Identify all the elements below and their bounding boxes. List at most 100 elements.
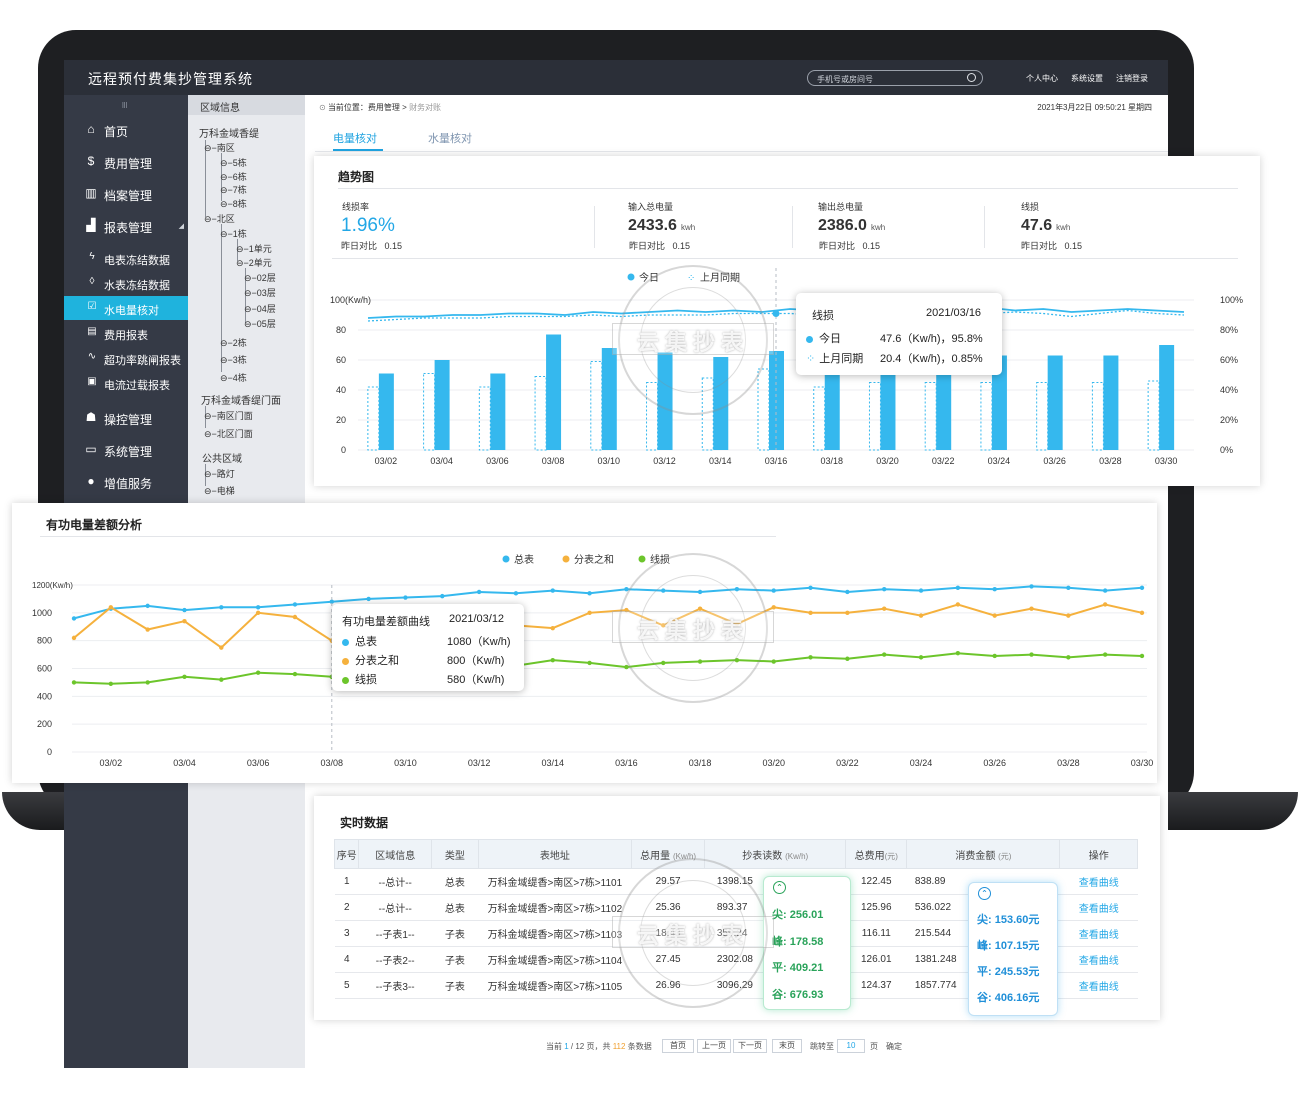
x-tick-label: 03/30 <box>1131 758 1154 768</box>
view-curve-link[interactable]: 查看曲线 <box>1059 894 1138 921</box>
line-total-point <box>808 585 813 590</box>
last-page-button[interactable]: 末页 <box>772 1039 802 1053</box>
collapse-icon[interactable]: ⌃ <box>978 887 991 900</box>
tree-node[interactable]: ⊖−南区门面 <box>204 409 253 422</box>
tooltip-row: 线损 <box>342 671 377 687</box>
sidebar-item-archive[interactable]: ▥ 档案管理 <box>64 181 188 207</box>
cell-fee: 126.01 <box>845 946 907 973</box>
sidebar-item-label: 操控管理 <box>104 413 153 427</box>
kpi-compare-value: 0.15 <box>672 241 691 251</box>
tree-group[interactable]: 万科金域香缇门面 <box>201 392 281 407</box>
tree-connector <box>221 224 222 372</box>
sidebar-item-reports[interactable]: ▟ 报表管理 ◢ <box>64 213 188 239</box>
tree-node[interactable]: ⊖−4栋 <box>220 371 247 384</box>
x-tick-label: 03/18 <box>689 758 712 768</box>
tree-node[interactable]: ⊖−北区门面 <box>204 427 253 440</box>
logout-link[interactable]: 注销登录 <box>1116 73 1148 84</box>
sidebar-item-fees[interactable]: $ 费用管理 <box>64 149 188 175</box>
tree-node[interactable]: ⊖−1单元 <box>236 242 272 255</box>
popup-line: 尖: 256.01 <box>772 909 824 921</box>
prev-page-button[interactable]: 上一页 <box>697 1039 731 1053</box>
pager-total-items: 112 <box>612 1042 626 1051</box>
tree-node-label: 2单元 <box>248 258 272 268</box>
next-page-button[interactable]: 下一页 <box>733 1039 767 1053</box>
reading-breakdown-popup: ⌃ 尖: 256.01 峰: 178.58 平: 409.21 谷: 676.9… <box>763 876 851 1010</box>
line-total-point <box>992 586 997 592</box>
sidebar-item-reconcile[interactable]: ☑ 水电量核对 <box>64 296 188 320</box>
sidebar-item-system[interactable]: ▭ 系统管理 <box>64 437 188 463</box>
bar-today <box>434 360 450 450</box>
line-total-point <box>71 616 77 621</box>
card-divider <box>332 258 1238 259</box>
cell-index: 2 <box>334 894 359 921</box>
sidebar-item-control[interactable]: ☗ 操控管理 <box>64 405 188 431</box>
tooltip-date: 2021/03/12 <box>449 613 505 625</box>
tree-node-label: 1单元 <box>248 244 272 254</box>
tree-node[interactable]: ⊖−5栋 <box>220 156 247 169</box>
bar-lastmonth <box>1091 382 1104 451</box>
legend-marker <box>502 555 510 563</box>
sidebar-item-home[interactable]: ⌂ 首页 <box>64 117 188 143</box>
collapse-icon[interactable]: ⌃ <box>773 881 786 894</box>
sidebar-item-services[interactable]: ● 增值服务 <box>64 469 188 495</box>
profile-link[interactable]: 个人中心 <box>1026 73 1058 84</box>
tree-node[interactable]: ⊖−8栋 <box>220 197 247 210</box>
search-icon[interactable] <box>967 73 976 82</box>
tree-node[interactable]: ⊖−04层 <box>244 302 276 315</box>
kpi-label: 输入总电量 <box>628 202 674 212</box>
view-curve-link[interactable]: 查看曲线 <box>1059 946 1138 973</box>
tree-node[interactable]: ⊖−南区 <box>204 141 235 154</box>
view-curve-link[interactable]: 查看曲线 <box>1059 868 1138 895</box>
tooltip-series-name: 上月同期 <box>819 353 864 365</box>
line-loss-point <box>219 677 224 682</box>
tree-node[interactable]: ⊖−6栋 <box>220 170 247 183</box>
tree-node[interactable]: ⊖−03层 <box>244 286 276 299</box>
tooltip-row: 总表 <box>342 633 377 649</box>
tree-node[interactable]: ⊖−路灯 <box>204 467 235 480</box>
kpi-value: 2386.0 kwh <box>818 217 885 235</box>
cell-fee: 124.37 <box>845 972 907 999</box>
y-unit-label: 1200(Kw/h) <box>32 581 73 590</box>
tree-node[interactable]: ⊖−05层 <box>244 317 276 330</box>
tree-node[interactable]: ⊖−2单元 <box>236 256 272 269</box>
page-number-input[interactable]: 10 <box>837 1039 865 1053</box>
view-curve-link[interactable]: 查看曲线 <box>1059 920 1138 947</box>
tab-electricity[interactable]: 电量核对 <box>333 130 377 146</box>
sidebar-item-overload[interactable]: ▣ 电流过载报表 <box>64 371 188 395</box>
sidebar-item-label: 水电量核对 <box>104 305 159 317</box>
tree-node[interactable]: ⊖−电梯 <box>204 484 235 497</box>
sidebar-item-fee-report[interactable]: ▤ 费用报表 <box>64 321 188 345</box>
tree-group[interactable]: 万科金域香缇 <box>199 125 259 140</box>
line-sub-sum-point <box>182 618 187 624</box>
kpi-unit: kwh <box>870 223 886 232</box>
app-title: 远程预付费集抄管理系统 <box>88 71 253 87</box>
x-tick-label: 03/26 <box>1043 456 1066 466</box>
first-page-button[interactable]: 首页 <box>662 1039 694 1053</box>
tree-node[interactable]: ⊖−02层 <box>244 271 276 284</box>
tree-node[interactable]: ⊖−7栋 <box>220 183 247 196</box>
bar-lastmonth <box>590 361 603 451</box>
trend-title: 趋势图 <box>338 170 375 184</box>
tree-node[interactable]: ⊖−2栋 <box>220 336 247 349</box>
search-input[interactable]: 手机号或房间号 <box>807 70 983 86</box>
monitor-icon: ▭ <box>85 442 97 456</box>
sidebar-item-overpower[interactable]: ∿ 超功率跳闸报表 <box>64 346 188 370</box>
confirm-button[interactable]: 确定 <box>886 1041 902 1052</box>
sidebar-collapse-handle[interactable]: lll <box>122 101 127 110</box>
tree-node[interactable]: ⊖−1栋 <box>220 227 247 240</box>
tree-node[interactable]: ⊖−3栋 <box>220 353 247 366</box>
line-loss-point <box>955 650 961 656</box>
tree-group[interactable]: 公共区域 <box>202 450 242 465</box>
sidebar-item-water-frozen[interactable]: ◊ 水表冻结数据 <box>64 271 188 295</box>
settings-link[interactable]: 系统设置 <box>1071 73 1103 84</box>
kpi-unit: kwh <box>1056 223 1071 232</box>
tab-water[interactable]: 水量核对 <box>428 130 472 146</box>
tree-node[interactable]: ⊖−北区 <box>204 212 235 225</box>
y-tick-label: 40 <box>336 385 346 395</box>
bar-today <box>601 348 617 450</box>
cell-index: 1 <box>334 868 359 895</box>
x-tick-label: 03/10 <box>598 456 621 466</box>
view-curve-link[interactable]: 查看曲线 <box>1059 972 1138 999</box>
sidebar-item-meter-frozen[interactable]: ϟ 电表冻结数据 <box>64 246 188 270</box>
legend-today-marker <box>627 273 635 281</box>
